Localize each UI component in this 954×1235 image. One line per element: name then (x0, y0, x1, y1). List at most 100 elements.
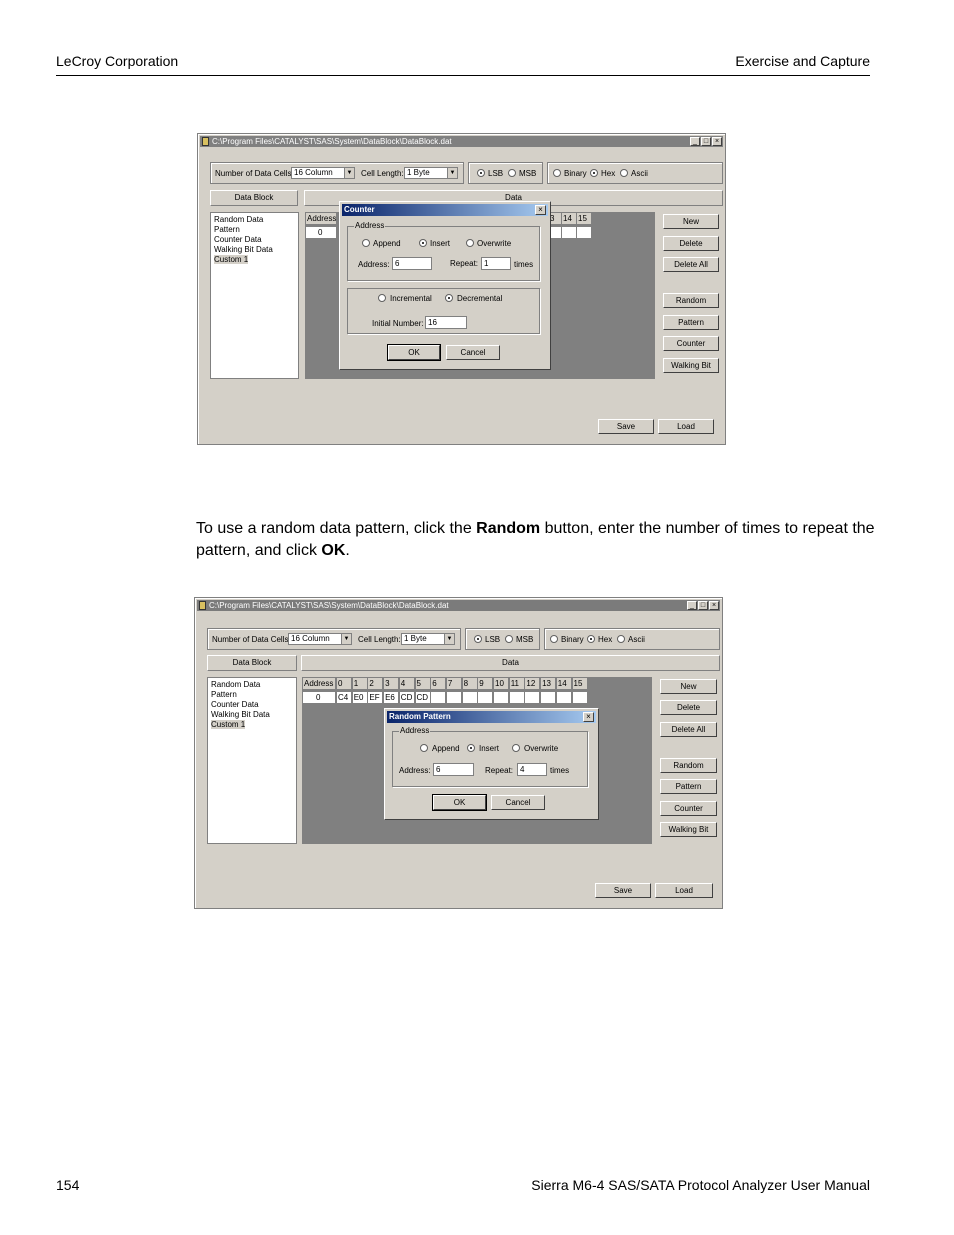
list-item[interactable]: Counter Data (211, 700, 259, 709)
data-block-list[interactable]: Random Data Pattern Counter Data Walking… (210, 212, 299, 379)
new-button[interactable]: New (660, 679, 717, 694)
maximize-icon[interactable]: □ (698, 601, 708, 610)
chevron-down-icon[interactable]: ▼ (341, 634, 351, 644)
walking-bit-button[interactable]: Walking Bit (660, 822, 717, 837)
incremental-radio[interactable] (378, 294, 386, 302)
decremental-radio[interactable] (445, 294, 453, 302)
repeat-field[interactable]: 4 (517, 763, 547, 776)
list-item-selected[interactable]: Custom 1 (211, 720, 246, 729)
initial-number-field[interactable]: 16 (425, 316, 467, 329)
minimize-icon[interactable]: _ (687, 601, 697, 610)
chevron-down-icon[interactable]: ▼ (447, 168, 457, 178)
chevron-down-icon[interactable]: ▼ (444, 634, 454, 644)
walking-bit-button[interactable]: Walking Bit (663, 358, 719, 373)
hex-radio[interactable] (587, 635, 595, 643)
binary-radio[interactable] (553, 169, 561, 177)
lsb-radio[interactable] (474, 635, 482, 643)
counter-button[interactable]: Counter (663, 336, 719, 351)
maximize-icon[interactable]: □ (701, 137, 711, 146)
close-icon[interactable]: × (583, 712, 594, 722)
data-cell[interactable]: EF (367, 691, 384, 704)
list-item[interactable]: Counter Data (214, 235, 262, 244)
delete-button[interactable]: Delete (663, 236, 719, 251)
load-button[interactable]: Load (658, 419, 714, 434)
data-cell[interactable] (561, 226, 577, 239)
list-item[interactable]: Walking Bit Data (214, 245, 273, 254)
data-block-list[interactable]: Random Data Pattern Counter Data Walking… (207, 677, 297, 844)
ascii-radio[interactable] (617, 635, 625, 643)
list-item[interactable]: Random Data (211, 680, 260, 689)
data-cell[interactable] (461, 691, 478, 704)
dialog-titlebar[interactable]: Random Pattern × (387, 711, 596, 723)
lsb-radio[interactable] (477, 169, 485, 177)
data-block-header: Data Block (210, 190, 298, 206)
counter-button[interactable]: Counter (660, 801, 717, 816)
overwrite-radio[interactable] (512, 744, 520, 752)
cancel-button[interactable]: Cancel (491, 795, 545, 810)
hex-radio[interactable] (590, 169, 598, 177)
data-cell[interactable] (576, 226, 592, 239)
data-cell[interactable] (571, 691, 588, 704)
chevron-down-icon[interactable]: ▼ (344, 168, 354, 178)
address-field[interactable]: 6 (392, 257, 432, 270)
save-button[interactable]: Save (595, 883, 651, 898)
random-button[interactable]: Random (663, 293, 719, 308)
repeat-field[interactable]: 1 (481, 257, 511, 270)
ascii-radio[interactable] (620, 169, 628, 177)
data-cell[interactable]: CD (414, 691, 431, 704)
delete-button[interactable]: Delete (660, 700, 717, 715)
overwrite-radio[interactable] (466, 239, 474, 247)
list-item[interactable]: Pattern (214, 225, 240, 234)
insert-radio[interactable] (419, 239, 427, 247)
data-cell[interactable] (508, 691, 525, 704)
save-button[interactable]: Save (598, 419, 654, 434)
ok-button[interactable]: OK (432, 794, 487, 811)
cell-length-label: Cell Length: (358, 635, 401, 644)
data-cell[interactable] (493, 691, 509, 704)
minimize-icon[interactable]: _ (690, 137, 700, 146)
dialog-titlebar[interactable]: Counter × (342, 204, 548, 216)
close-icon[interactable]: × (712, 137, 722, 146)
cell-length-select[interactable]: 1 Byte ▼ (404, 167, 458, 179)
data-cell[interactable] (540, 691, 557, 704)
msb-radio[interactable] (508, 169, 516, 177)
num-cells-select[interactable]: 16 Column ▼ (291, 167, 355, 179)
data-cell[interactable]: C4 (336, 691, 352, 704)
data-cell[interactable] (477, 691, 494, 704)
data-cell[interactable] (555, 691, 572, 704)
close-icon[interactable]: × (709, 601, 719, 610)
window-titlebar[interactable]: C:\Program Files\CATALYST\SAS\System\Dat… (200, 136, 723, 147)
data-cell[interactable]: E0 (351, 691, 368, 704)
data-cell[interactable] (430, 691, 447, 704)
load-button[interactable]: Load (655, 883, 713, 898)
delete-all-button[interactable]: Delete All (660, 722, 717, 737)
list-item[interactable]: Random Data (214, 215, 263, 224)
num-cells-select[interactable]: 16 Column ▼ (288, 633, 352, 645)
data-cell[interactable] (445, 691, 462, 704)
append-radio[interactable] (420, 744, 428, 752)
address-cell[interactable]: 0 (305, 226, 337, 239)
cell-length-select[interactable]: 1 Byte ▼ (401, 633, 455, 645)
binary-radio[interactable] (550, 635, 558, 643)
cancel-button[interactable]: Cancel (446, 345, 500, 360)
list-item[interactable]: Walking Bit Data (211, 710, 270, 719)
random-button[interactable]: Random (660, 758, 717, 773)
address-cell[interactable]: 0 (302, 691, 336, 704)
msb-radio[interactable] (505, 635, 513, 643)
delete-all-button[interactable]: Delete All (663, 257, 719, 272)
data-cell[interactable] (524, 691, 541, 704)
data-cell[interactable]: E6 (383, 691, 400, 704)
append-radio[interactable] (362, 239, 370, 247)
address-field[interactable]: 6 (433, 763, 474, 776)
ok-button[interactable]: OK (387, 344, 441, 361)
pattern-button[interactable]: Pattern (660, 779, 717, 794)
data-cell[interactable]: CD (398, 691, 415, 704)
close-icon[interactable]: × (535, 205, 546, 215)
window-titlebar[interactable]: C:\Program Files\CATALYST\SAS\System\Dat… (197, 600, 720, 611)
new-button[interactable]: New (663, 214, 719, 229)
column-header: 5 (414, 677, 431, 690)
list-item[interactable]: Pattern (211, 690, 237, 699)
pattern-button[interactable]: Pattern (663, 315, 719, 330)
list-item-selected[interactable]: Custom 1 (214, 255, 249, 264)
insert-radio[interactable] (467, 744, 475, 752)
